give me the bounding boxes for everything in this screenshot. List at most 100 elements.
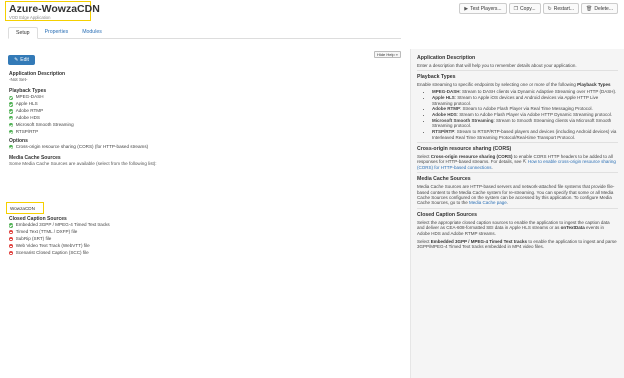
playback-type-item: Adobe HDS [9,115,374,122]
help-playback-desc: : Stream to RTSP/RTP-based players and d… [432,129,617,140]
help-text: Enable streaming to specific endpoints b… [417,82,578,88]
edit-button[interactable]: ✎ Edit [8,55,35,65]
help-cc2-text: Select Embedded 3GPP / MPEG-4 Timed Text… [417,239,618,250]
help-cors-heading: Cross-origin resource sharing (CORS) [417,145,512,152]
copy-icon: ❐ [513,5,519,12]
help-bold: Playback Types [577,82,611,88]
playback-type-item: Microsoft Smooth Streaming [9,122,374,129]
help-cors-text: Select Cross-origin resource sharing (CO… [417,154,618,170]
option-item-label: Cross-origin resource sharing (CORS) (fo… [15,143,149,149]
help-text: Select [417,239,431,245]
edit-button-label: Edit [20,57,29,63]
copy-button[interactable]: ❐ Copy... [508,3,541,14]
disabled-icon [9,230,14,235]
help-text: . [506,200,509,206]
caption-source-item: Timed Text (TTML / DXFP) file [9,229,374,236]
help-text: Media Cache Sources are HTTP-based serve… [417,184,615,206]
caption-source-item-label: Embedded 3GPP / MPEG-4 Timed Text tracks [15,222,110,227]
tab-properties[interactable]: Properties [38,27,76,39]
tab-modules[interactable]: Modules [75,27,109,39]
help-bold: onTextData [560,225,585,231]
captions-section: Closed Caption Sources Embedded 3GPP / M… [9,216,374,257]
help-playback-item: Adobe HDS: Stream to Adobe Flash Player … [432,112,618,117]
toolbar-label: Delete... [594,5,613,12]
check-icon [9,145,14,150]
setup-content: Application Description -Not Set- Playba… [9,71,374,167]
disabled-icon [9,250,14,256]
toolbar-label: Test Players... [470,5,502,12]
captions-list: Embedded 3GPP / MPEG-4 Timed Text tracks… [9,222,374,257]
tab-bar: Setup Properties Modules [8,27,401,39]
help-playback-desc: : Stream to DASH clients via Dynamic Ada… [459,89,617,95]
help-playback-name: RTSP/RTP [432,129,455,135]
help-panel: Application Description Enter a descript… [410,49,624,378]
options-list: Cross-origin resource sharing (CORS) (fo… [9,144,374,151]
app-title-block: Azure-WowzaCDN VOD Edge Application [5,1,100,21]
playback-type-item-label: Adobe RTMP [15,108,44,114]
help-playback-list: MPEG-DASH: Stream to DASH clients via Dy… [432,89,618,140]
restart-button[interactable]: ↻ Restart... [542,3,580,14]
tab-setup[interactable]: Setup [8,27,38,39]
caption-source-item: Embedded 3GPP / MPEG-4 Timed Text tracks [9,222,374,229]
help-playback-item: Apple HLS: Stream to Apple iOS devices a… [432,95,618,106]
playback-type-item-label: MPEG-DASH [15,94,44,100]
cache-source-item[interactable]: WowzaCDN [6,202,44,214]
playback-type-item: Adobe RTMP [9,108,374,115]
caption-source-item-label: Scenarist Closed Caption (SCC) file [15,249,89,255]
pencil-icon: ✎ [14,57,19,63]
help-playback-desc: : Stream to Adobe Flash Player via Real … [460,106,593,112]
delete-button[interactable]: 🗑 Delete... [581,3,618,14]
check-icon [9,116,14,121]
help-cache-heading: Media Cache Sources [417,176,471,183]
divider [417,172,618,174]
playback-type-item: RTSP/RTP [9,129,374,136]
help-playback-desc: : Stream to Apple iOS devices and Androi… [432,95,599,106]
help-playback-name: Apple HLS [432,95,455,101]
help-playback-item: Adobe RTMP: Stream to Adobe Flash Player… [432,106,618,111]
check-icon [9,123,14,128]
toolbar: ▶ Test Players... ❐ Copy... ↻ Restart... 🗑 D… [457,3,618,14]
test-players-button[interactable]: ▶ Test Players... [459,3,507,14]
check-icon [9,102,14,107]
caption-source-item-label: SubRip (SRT) file [15,235,52,241]
description-value: -Not Set- [9,77,28,82]
playback-list: MPEG-DASH Apple HLS Adobe RTMP Adobe HDS Mic… [9,94,374,135]
help-desc-heading: Application Description [417,55,476,61]
app-header: Azure-WowzaCDN VOD Edge Application ▶ Tes… [0,0,624,24]
help-playback-name: Adobe HDS [432,112,457,118]
help-playback-item: MPEG-DASH: Stream to DASH clients via Dy… [432,89,618,94]
option-item: Cross-origin resource sharing (CORS) (fo… [9,144,374,151]
toolbar-label: Restart... [553,5,575,12]
help-bold: Embedded 3GPP / MPEG-4 Timed Text tracks [430,239,528,245]
help-playback-intro: Enable streaming to specific endpoints b… [417,82,618,87]
caption-source-item: Scenarist Closed Caption (SCC) file [9,250,374,257]
divider [417,141,618,143]
disabled-icon [9,237,14,242]
help-text: . [491,164,493,170]
caption-source-item-label: Timed Text (TTML / DXFP) file [15,228,78,234]
hide-help-button[interactable]: Hide Help » [374,51,401,58]
restart-icon: ↻ [547,5,552,12]
caption-source-item-label: Web Video Text Track (WebVTT) file [15,242,90,248]
help-playback-desc: : Stream to Adobe Flash Player via Adobe… [456,112,612,118]
help-playback-name: Microsoft Smooth Streaming [432,118,494,124]
help-playback-item: RTSP/RTP: Stream to RTSP/RTP-based playe… [432,129,618,140]
help-text: Select [417,153,431,159]
play-icon: ▶ [464,5,469,12]
caption-source-item: SubRip (SRT) file [9,236,374,243]
playback-type-item-label: RTSP/RTP [15,128,39,134]
playback-type-item: MPEG-DASH [9,94,374,101]
playback-type-item-label: Adobe HDS [15,114,40,120]
divider [417,207,618,209]
help-cc-text: Select the appropriate closed caption so… [417,220,618,236]
media-cache-link[interactable]: Media Cache page [469,200,507,205]
help-playback-heading: Playback Types [417,74,456,81]
help-desc-text: Enter a description that will help you t… [417,63,577,68]
caption-source-item: Web Video Text Track (WebVTT) file [9,243,374,250]
disabled-icon [9,244,14,249]
playback-type-item-label: Apple HLS [15,101,38,107]
help-playback-item: Microsoft Smooth Streaming: Stream to Sm… [432,118,618,129]
divider [417,70,618,72]
check-icon [9,130,14,135]
check-icon [9,95,14,100]
